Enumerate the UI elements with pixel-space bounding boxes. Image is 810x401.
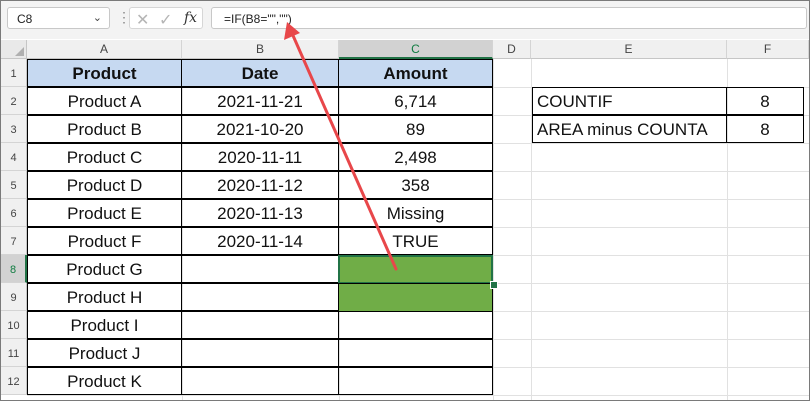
amount-cell[interactable]: Missing [338, 199, 493, 227]
row-header-5[interactable]: 5 [1, 171, 27, 199]
insert-function-icon[interactable]: fx [184, 10, 197, 26]
row-header-3[interactable]: 3 [1, 115, 27, 143]
column-header-e[interactable]: E [531, 40, 727, 59]
product-cell[interactable]: Product G [27, 255, 182, 283]
product-cell[interactable]: Product C [27, 143, 182, 171]
gridline [27, 395, 809, 396]
product-cell[interactable]: Product K [27, 367, 182, 395]
amount-cell[interactable]: 2,498 [338, 143, 493, 171]
row-header-11[interactable]: 11 [1, 339, 27, 367]
amount-cell[interactable]: 89 [338, 115, 493, 143]
product-cell[interactable]: Product B [27, 115, 182, 143]
gridline [493, 59, 494, 400]
select-all-icon [15, 47, 24, 56]
chevron-down-icon[interactable]: ⌄ [93, 11, 102, 24]
date-cell[interactable] [181, 311, 339, 339]
amount-cell[interactable] [338, 339, 493, 367]
date-cell[interactable]: 2020-11-14 [181, 227, 339, 255]
row-header-12[interactable]: 12 [1, 367, 27, 395]
product-cell[interactable]: Product J [27, 339, 182, 367]
date-cell[interactable]: 2021-11-21 [181, 87, 339, 115]
name-box[interactable]: C8 ⌄ [7, 7, 110, 29]
date-cell[interactable] [181, 255, 339, 283]
select-all-corner[interactable] [1, 40, 27, 59]
date-cell[interactable]: 2020-11-12 [181, 171, 339, 199]
date-cell[interactable] [181, 339, 339, 367]
row-header-7[interactable]: 7 [1, 227, 27, 255]
product-cell[interactable]: Product H [27, 283, 182, 311]
date-cell[interactable] [181, 367, 339, 395]
header-date[interactable]: Date [181, 59, 339, 87]
amount-cell[interactable]: TRUE [338, 227, 493, 255]
cell-c8-selected[interactable] [338, 255, 493, 284]
date-cell[interactable] [181, 283, 339, 311]
area-minus-counta-label[interactable]: AREA minus COUNTA [532, 115, 727, 143]
column-header-c[interactable]: C [339, 40, 493, 59]
column-header-b[interactable]: B [182, 40, 339, 59]
cell-c9[interactable] [338, 283, 493, 312]
product-cell[interactable]: Product F [27, 227, 182, 255]
product-cell[interactable]: Product I [27, 311, 182, 339]
formula-text: =IF(B8="","") [224, 12, 292, 26]
row-header-8[interactable]: 8 [1, 255, 27, 283]
spreadsheet-window: C8 ⌄ ⋮ ✕ ✓ fx =IF(B8="","") ABCDEF 12345… [0, 0, 810, 401]
row-header-9[interactable]: 9 [1, 283, 27, 311]
row-header-2[interactable]: 2 [1, 87, 27, 115]
product-cell[interactable]: Product E [27, 199, 182, 227]
column-header-f[interactable]: F [727, 40, 809, 59]
row-header-6[interactable]: 6 [1, 199, 27, 227]
countif-label[interactable]: COUNTIF [532, 87, 727, 115]
header-amount[interactable]: Amount [338, 59, 493, 87]
date-cell[interactable]: 2020-11-13 [181, 199, 339, 227]
formula-bar: C8 ⌄ ⋮ ✕ ✓ fx =IF(B8="","") [1, 1, 809, 39]
column-header-a[interactable]: A [27, 40, 182, 59]
formula-actions: ✕ ✓ fx [129, 7, 203, 29]
amount-cell[interactable]: 358 [338, 171, 493, 199]
amount-cell[interactable] [338, 367, 493, 395]
area-minus-counta-value[interactable]: 8 [726, 115, 804, 143]
column-header-d[interactable]: D [493, 40, 531, 59]
product-cell[interactable]: Product A [27, 87, 182, 115]
date-cell[interactable]: 2021-10-20 [181, 115, 339, 143]
row-header-4[interactable]: 4 [1, 143, 27, 171]
product-cell[interactable]: Product D [27, 171, 182, 199]
cancel-icon[interactable]: ✕ [136, 10, 149, 30]
row-header-1[interactable]: 1 [1, 59, 27, 87]
name-box-value: C8 [17, 12, 33, 26]
formula-input[interactable]: =IF(B8="","") [211, 7, 807, 29]
row-header-10[interactable]: 10 [1, 311, 27, 339]
header-product[interactable]: Product [27, 59, 182, 87]
check-icon[interactable]: ✓ [159, 10, 172, 30]
countif-value[interactable]: 8 [726, 87, 804, 115]
date-cell[interactable]: 2020-11-11 [181, 143, 339, 171]
amount-cell[interactable] [338, 311, 493, 339]
fill-handle[interactable] [490, 281, 498, 289]
amount-cell[interactable]: 6,714 [338, 87, 493, 115]
